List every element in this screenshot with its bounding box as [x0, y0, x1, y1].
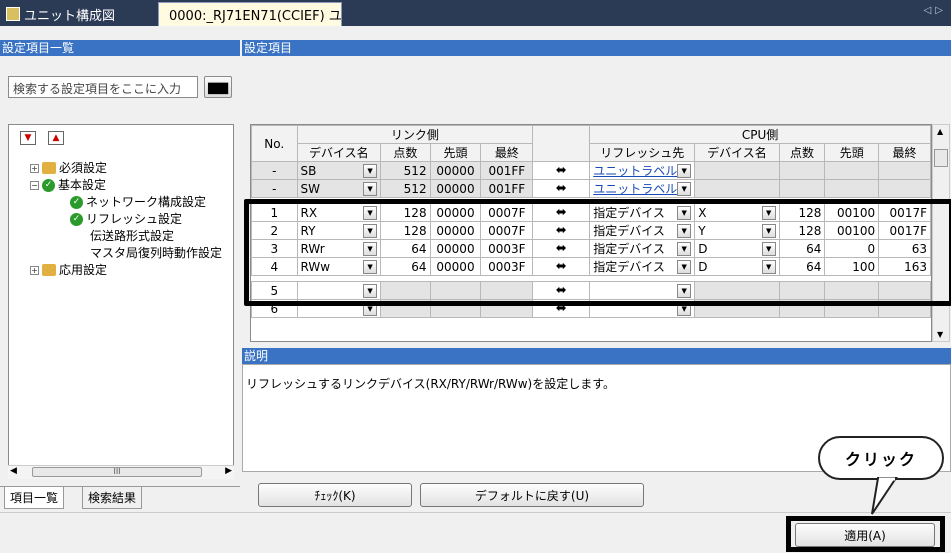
- left-bottom-tabs: 項目一覧 検索結果: [0, 486, 240, 510]
- tree-item-basic[interactable]: − ✓ 基本設定: [30, 177, 106, 193]
- col-cpu-device: デバイス名: [694, 143, 780, 162]
- check-icon: ✓: [70, 212, 83, 226]
- scroll-left-icon[interactable]: ◀: [10, 466, 17, 476]
- collapse-all-icon[interactable]: ▼: [20, 131, 36, 145]
- link-start-cell: 00000: [429, 161, 482, 180]
- collapse-icon[interactable]: −: [30, 180, 39, 190]
- expand-all-icon[interactable]: ▲: [48, 131, 64, 145]
- tab-item-list[interactable]: 項目一覧: [4, 487, 65, 509]
- refresh-dest-select[interactable]: ユニットラベル ▼: [589, 161, 696, 180]
- scroll-thumb[interactable]: [934, 149, 948, 167]
- tab-scroll-arrows-icon[interactable]: ◁▷: [924, 5, 947, 16]
- chevron-down-icon[interactable]: ▼: [677, 163, 692, 178]
- check-button[interactable]: ﾁｪｯｸ(K): [258, 483, 412, 507]
- chevron-down-icon[interactable]: ▼: [677, 181, 692, 196]
- tree-item-master-recovery[interactable]: マスタ局復列時動作設定: [90, 245, 222, 261]
- scroll-right-icon[interactable]: ▶: [225, 466, 232, 476]
- click-callout: クリック: [818, 436, 944, 480]
- cpu-points-cell: [778, 179, 826, 198]
- cpu-device-cell: [694, 179, 780, 198]
- tree-item-transmission[interactable]: 伝送路形式設定: [90, 228, 174, 244]
- col-link-points: 点数: [380, 143, 431, 162]
- link-device-select[interactable]: SB ▼: [296, 161, 382, 180]
- col-cpu-end: 最終: [878, 143, 931, 162]
- left-pane-header: 設定項目一覧: [0, 40, 240, 56]
- search-input[interactable]: 検索する設定項目をここに入力: [8, 76, 198, 98]
- highlight-frame: [244, 199, 951, 306]
- check-icon: ✓: [70, 195, 83, 209]
- col-no: No.: [251, 125, 298, 162]
- binoculars-icon: ▆▆: [208, 79, 228, 95]
- folder-icon: [42, 162, 56, 174]
- document-tab-bar: ユニット構成図 0000:_RJ71EN71(CCIEF) ユ... × ◁▷: [0, 0, 951, 26]
- check-icon: ✓: [42, 178, 55, 192]
- cpu-device-cell: [694, 161, 780, 180]
- link-side-header: リンク側: [296, 125, 534, 144]
- chevron-down-icon[interactable]: ▼: [363, 181, 378, 196]
- restore-default-button[interactable]: デフォルトに戻す(U): [420, 483, 644, 507]
- col-link-start: 先頭: [429, 143, 482, 162]
- tab-module-params[interactable]: 0000:_RJ71EN71(CCIEF) ユ... ×: [158, 2, 342, 26]
- table-row: - SB ▼ 512 00000 001FF ⬌ ユニットラベル ▼: [251, 161, 931, 180]
- description-header: 説明: [242, 348, 951, 364]
- scroll-thumb[interactable]: III: [32, 467, 202, 477]
- col-link-device: デバイス名: [296, 143, 382, 162]
- cpu-points-cell: [778, 161, 826, 180]
- chevron-down-icon[interactable]: ▼: [363, 163, 378, 178]
- tab-label: ユニット構成図: [24, 8, 116, 24]
- link-points-cell: 512: [380, 161, 431, 180]
- tree-toolbar: ▼ ▲: [20, 131, 64, 145]
- link-end-cell: 001FF: [480, 161, 534, 180]
- cpu-start-cell: [824, 161, 880, 180]
- tree-item-refresh[interactable]: ✓ リフレッシュ設定: [70, 211, 182, 227]
- row-no: -: [251, 161, 298, 180]
- link-end-cell: 001FF: [480, 179, 534, 198]
- table-row: - SW ▼ 512 00000 001FF ⬌ ユニットラベル ▼: [251, 179, 931, 198]
- tree-item-network-config[interactable]: ✓ ネットワーク構成設定: [70, 194, 206, 210]
- bidirectional-arrow-icon: ⬌: [532, 179, 591, 198]
- binoculars-search-button[interactable]: ▆▆: [204, 76, 232, 98]
- col-refresh-dest: リフレッシュ先: [589, 143, 696, 162]
- col-cpu-points: 点数: [778, 143, 826, 162]
- spacer: [0, 26, 951, 40]
- expand-icon[interactable]: +: [30, 265, 39, 275]
- folder-icon: [42, 264, 56, 276]
- tab-unit-config[interactable]: ユニット構成図: [0, 2, 158, 26]
- link-start-cell: 00000: [429, 179, 482, 198]
- apply-button[interactable]: 適用(A): [795, 523, 935, 547]
- cpu-end-cell: [878, 161, 931, 180]
- arrow-col-header: [532, 125, 591, 162]
- col-link-end: 最終: [480, 143, 534, 162]
- unit-config-icon: [6, 7, 20, 21]
- bidirectional-arrow-icon: ⬌: [532, 161, 591, 180]
- link-device-select[interactable]: SW ▼: [296, 179, 382, 198]
- col-cpu-start: 先頭: [824, 143, 880, 162]
- tree-item-required[interactable]: + 必須設定: [30, 160, 107, 176]
- cpu-start-cell: [824, 179, 880, 198]
- expand-icon[interactable]: +: [30, 163, 39, 173]
- right-pane-header: 設定項目: [242, 40, 951, 56]
- link-points-cell: 512: [380, 179, 431, 198]
- cpu-end-cell: [878, 179, 931, 198]
- tab-search-results[interactable]: 検索結果: [82, 487, 143, 509]
- cpu-side-header: CPU側: [589, 125, 931, 144]
- tree-item-advanced[interactable]: + 応用設定: [30, 262, 107, 278]
- callout-tail: [871, 477, 898, 515]
- scroll-up-icon[interactable]: ▲: [937, 127, 943, 136]
- app-window: ユニット構成図 0000:_RJ71EN71(CCIEF) ユ... × ◁▷ …: [0, 0, 951, 553]
- row-no: -: [251, 179, 298, 198]
- scroll-down-icon[interactable]: ▼: [937, 330, 943, 339]
- refresh-dest-select[interactable]: ユニットラベル ▼: [589, 179, 696, 198]
- tab-label: 0000:_RJ71EN71(CCIEF) ユ...: [169, 9, 342, 24]
